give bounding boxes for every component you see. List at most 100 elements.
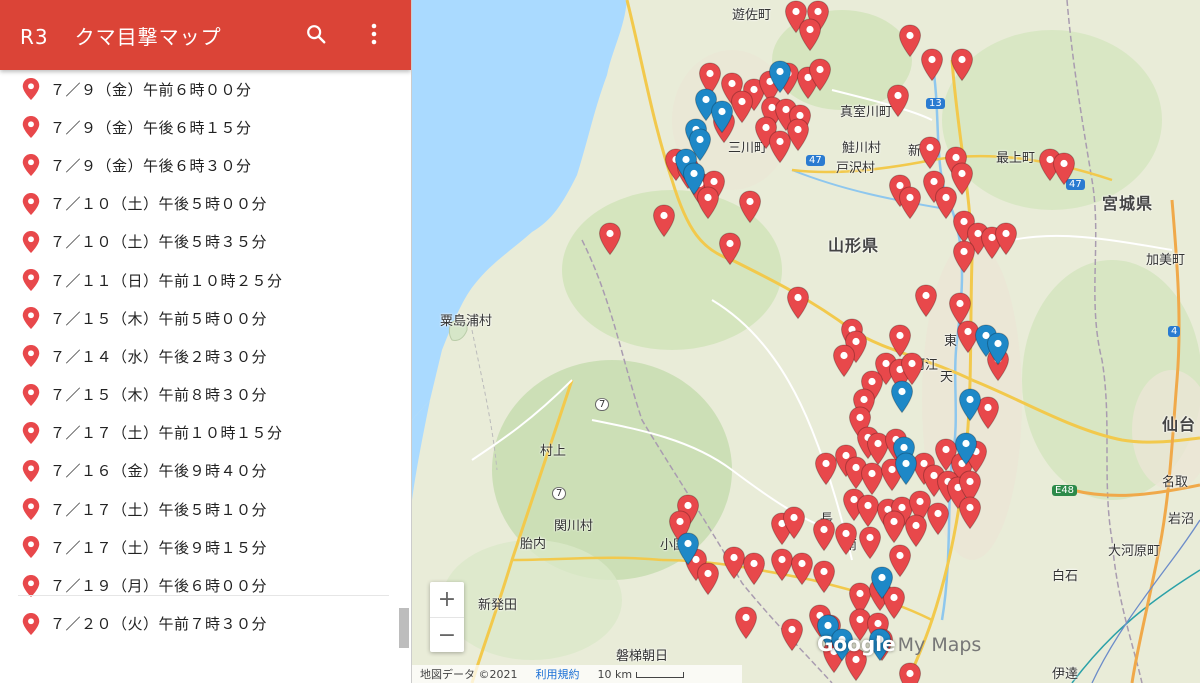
map-marker[interactable] — [994, 222, 1018, 256]
scrollbar-thumb[interactable] — [399, 608, 409, 648]
list-item[interactable]: ７／１７（土）午後５時１０分 — [0, 490, 398, 528]
list-item[interactable]: ７／１９（月）午後６時００分 — [0, 566, 398, 604]
map-pin-icon — [952, 240, 976, 274]
map-marker[interactable] — [950, 48, 974, 82]
map-marker[interactable] — [882, 510, 906, 544]
list-item[interactable]: ７／１５（木）午前８時３０分 — [0, 376, 398, 414]
sighting-time: ７／１１（日）午前１０時２５分 — [50, 271, 283, 290]
place-label: 遊佐町 — [732, 8, 772, 23]
map-title: R3 クマ目撃マップ — [20, 21, 222, 50]
map-marker[interactable] — [904, 514, 928, 548]
list-item[interactable]: ７／２０（火）午前７時３０分 — [0, 605, 398, 643]
map-marker[interactable] — [920, 48, 944, 82]
place-label: 加美町 — [1146, 253, 1186, 268]
map-pin-icon — [790, 552, 814, 586]
map-marker[interactable] — [682, 162, 706, 196]
list-item[interactable]: ７／１１（日）午前１０時２５分 — [0, 261, 398, 299]
map-pin-icon — [812, 560, 836, 594]
map-marker[interactable] — [676, 532, 700, 566]
map-pin-icon — [768, 60, 792, 94]
map-marker[interactable] — [898, 186, 922, 220]
list-item[interactable]: ７／１５（木）午前５時００分 — [0, 299, 398, 337]
map-marker[interactable] — [890, 380, 914, 414]
legend-panel: R3 クマ目撃マップ ７／９（金）午前６時００分 ７／９（金）午後６時１５分 ７／９（… — [0, 0, 412, 683]
map-marker[interactable] — [768, 60, 792, 94]
map-marker[interactable] — [786, 118, 810, 152]
sighting-time: ７／１５（木）午前８時３０分 — [50, 386, 268, 405]
map-marker[interactable] — [886, 84, 910, 118]
map-marker[interactable] — [952, 240, 976, 274]
map-marker[interactable] — [696, 562, 720, 596]
map-pin-icon — [710, 100, 734, 134]
map-marker[interactable] — [958, 388, 982, 422]
map-marker[interactable] — [812, 560, 836, 594]
list-item[interactable]: ７／９（金）午前６時００分 — [0, 70, 398, 108]
list-item[interactable]: ７／１７（土）午前１０時１５分 — [0, 414, 398, 452]
map-marker[interactable] — [598, 222, 622, 256]
map-marker[interactable] — [798, 18, 822, 52]
list-item[interactable]: ７／９（金）午後６時３０分 — [0, 146, 398, 184]
map-pin-icon — [832, 344, 856, 378]
map-marker[interactable] — [926, 502, 950, 536]
list-item[interactable]: ７／１４（水）午後２時３０分 — [0, 337, 398, 375]
map-marker[interactable] — [894, 452, 918, 486]
map-marker[interactable] — [832, 344, 856, 378]
map-pin-icon — [22, 269, 40, 292]
map-marker[interactable] — [652, 204, 676, 238]
place-label: 白石 — [1052, 569, 1079, 584]
map-marker[interactable] — [858, 526, 882, 560]
map-marker[interactable] — [918, 136, 942, 170]
map-marker[interactable] — [914, 284, 938, 318]
google-logo-text: Google — [817, 632, 896, 656]
prefecture-label: 山形県 — [828, 236, 880, 255]
map-marker[interactable] — [958, 496, 982, 530]
list-scrollbar[interactable] — [399, 70, 409, 683]
sighting-time: ７／１９（月）午後６時００分 — [50, 577, 268, 596]
list-item[interactable]: ７／１０（土）午後５時００分 — [0, 185, 398, 223]
map-canvas[interactable]: 遊佐町 真室川町 鮭川村 戸沢村 最上町 三川町 山形県 宮城県 加美町 仙台 … — [412, 0, 1200, 683]
map-pin-icon — [986, 332, 1010, 366]
list-item[interactable]: ７／１７（土）午後９時１５分 — [0, 528, 398, 566]
list-item[interactable]: ７／１６（金）午後９時４０分 — [0, 452, 398, 490]
map-pin-icon — [682, 162, 706, 196]
place-label: 大河原町 — [1108, 544, 1161, 559]
google-my-maps-logo: Google My Maps — [817, 632, 981, 656]
map-marker[interactable] — [786, 286, 810, 320]
list-item[interactable]: ７／１０（土）午後５時３５分 — [0, 223, 398, 261]
map-pin-icon — [1052, 152, 1076, 186]
map-pin-icon — [22, 307, 40, 330]
map-pin-icon — [22, 574, 40, 597]
place-label: 関川村 — [554, 519, 594, 534]
sighting-time: ７／１０（土）午後５時００分 — [50, 195, 268, 214]
sighting-time: ７／１７（土）午後９時１５分 — [50, 538, 268, 557]
map-marker[interactable] — [898, 662, 922, 683]
map-marker[interactable] — [812, 518, 836, 552]
place-label: 真室川町 — [840, 105, 893, 120]
map-marker[interactable] — [898, 24, 922, 58]
map-marker[interactable] — [710, 100, 734, 134]
map-marker[interactable] — [834, 522, 858, 556]
zoom-out-button[interactable]: − — [430, 617, 464, 652]
sighting-list: ７／９（金）午前６時００分 ７／９（金）午後６時１５分 ７／９（金）午後６時３０分 ７… — [0, 70, 398, 683]
map-marker[interactable] — [738, 190, 762, 224]
map-marker[interactable] — [742, 552, 766, 586]
map-marker[interactable] — [870, 566, 894, 600]
map-marker[interactable] — [782, 506, 806, 540]
map-marker[interactable] — [790, 552, 814, 586]
map-marker[interactable] — [734, 606, 758, 640]
map-marker[interactable] — [954, 432, 978, 466]
terms-link[interactable]: 利用規約 — [536, 666, 580, 682]
map-marker[interactable] — [1052, 152, 1076, 186]
sighting-time: ７／９（金）午後６時１５分 — [50, 118, 252, 137]
map-title-text: クマ目撃マップ — [74, 24, 222, 49]
map-pin-icon — [898, 662, 922, 683]
search-button[interactable] — [298, 16, 334, 52]
zoom-in-button[interactable]: + — [430, 582, 464, 617]
map-marker[interactable] — [808, 58, 832, 92]
list-item[interactable]: ７／９（金）午後６時１５分 — [0, 108, 398, 146]
more-vert-icon — [371, 23, 377, 45]
map-marker[interactable] — [718, 232, 742, 266]
more-options-button[interactable] — [356, 16, 392, 52]
map-marker[interactable] — [986, 332, 1010, 366]
map-marker[interactable] — [780, 618, 804, 652]
